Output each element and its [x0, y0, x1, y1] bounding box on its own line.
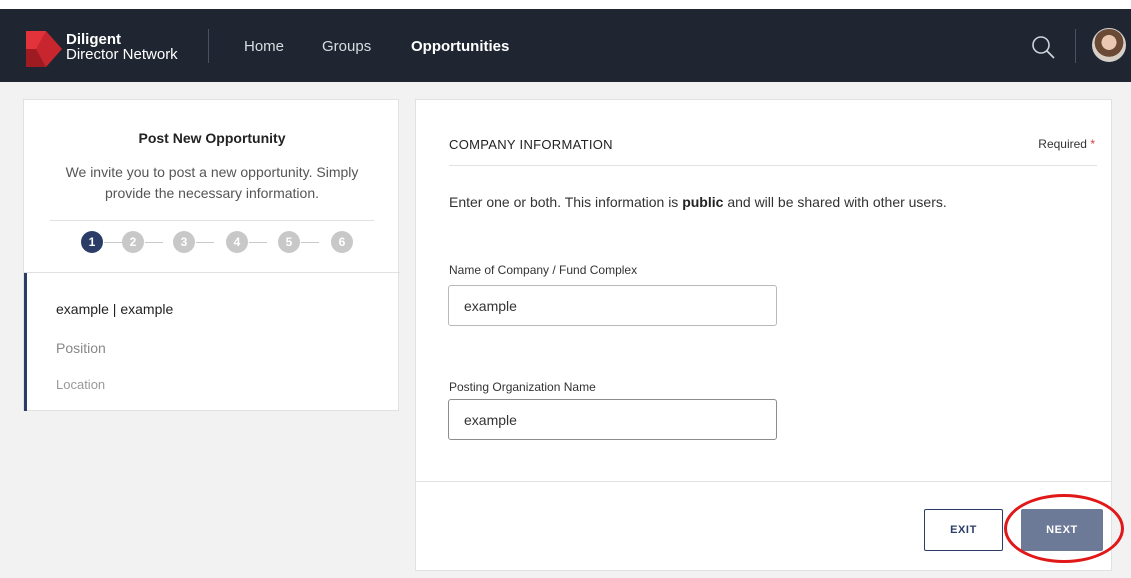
- step-1: 1: [81, 231, 103, 253]
- brand-subtitle: Director Network: [66, 46, 178, 63]
- step-6: 6: [331, 231, 353, 253]
- step-connector: [249, 242, 267, 243]
- step-connector: [301, 242, 319, 243]
- exit-button[interactable]: EXIT: [924, 509, 1003, 551]
- step-2: 2: [122, 231, 144, 253]
- form-instructions: Enter one or both. This information is p…: [449, 194, 947, 210]
- user-avatar[interactable]: [1092, 28, 1126, 62]
- instructions-text-end: and will be shared with other users.: [723, 194, 947, 210]
- progress-sidebar: Post New Opportunity We invite you to po…: [23, 99, 400, 411]
- divider: [50, 220, 374, 221]
- next-button[interactable]: NEXT: [1021, 509, 1103, 551]
- step-5: 5: [278, 231, 300, 253]
- section-title: COMPANY INFORMATION: [449, 137, 613, 152]
- sidebar-item-position[interactable]: Position: [56, 340, 106, 356]
- divider: [24, 272, 400, 273]
- top-navbar: Diligent Director Network Home Groups Op…: [0, 9, 1131, 82]
- diligent-logo-icon: [26, 31, 62, 67]
- nav-groups[interactable]: Groups: [322, 38, 371, 55]
- required-marker: *: [1090, 137, 1095, 151]
- divider: [416, 481, 1111, 482]
- nav-divider: [208, 29, 209, 63]
- brand-logo[interactable]: Diligent Director Network: [66, 32, 178, 62]
- top-strip: [0, 0, 1131, 9]
- step-3: 3: [173, 231, 195, 253]
- step-connector: [196, 242, 214, 243]
- step-indicator: 1 2 3 4 5 6: [24, 231, 400, 257]
- divider: [449, 165, 1097, 166]
- sidebar-title: Post New Opportunity: [138, 130, 286, 146]
- required-note: Required *: [1038, 137, 1095, 151]
- company-name-input[interactable]: [448, 285, 777, 326]
- brand-name: Diligent: [66, 31, 121, 48]
- search-icon[interactable]: [1030, 34, 1056, 60]
- instructions-text: Enter one or both. This information is: [449, 194, 683, 210]
- instructions-emphasis: public: [682, 194, 724, 210]
- step-connector: [145, 242, 163, 243]
- active-section-indicator: [24, 273, 27, 411]
- sidebar-description: We invite you to post a new opportunity.…: [65, 164, 359, 201]
- sidebar-item-company[interactable]: example | example: [56, 301, 173, 317]
- nav-divider: [1075, 29, 1076, 63]
- posting-org-input[interactable]: [448, 399, 777, 440]
- step-connector: [104, 242, 122, 243]
- required-text: Required: [1038, 137, 1087, 151]
- nav-home[interactable]: Home: [244, 38, 284, 55]
- sidebar-item-location[interactable]: Location: [56, 377, 105, 392]
- company-name-label: Name of Company / Fund Complex: [449, 263, 638, 277]
- nav-opportunities[interactable]: Opportunities: [411, 38, 509, 55]
- step-4: 4: [226, 231, 248, 253]
- company-information-form: COMPANY INFORMATION Required * Enter one…: [415, 99, 1112, 571]
- posting-org-label: Posting Organization Name: [449, 380, 596, 394]
